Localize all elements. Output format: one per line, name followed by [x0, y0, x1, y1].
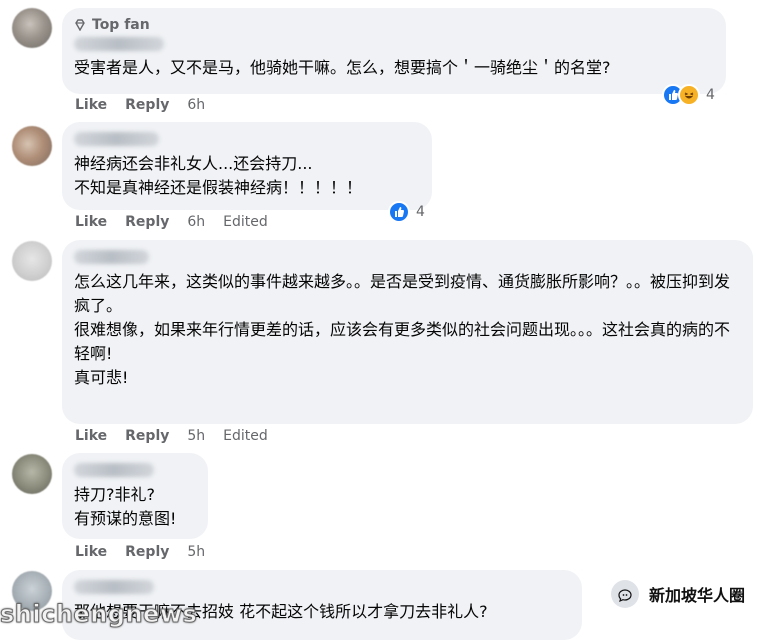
comment-actions: Like Reply 5h	[75, 544, 205, 560]
comment-bubble: 持刀?非礼? 有预谋的意图!	[62, 453, 208, 539]
timestamp[interactable]: 6h	[187, 214, 205, 230]
comment-actions: Like Reply 6h Edited	[75, 214, 268, 230]
comment-text: 神经病还会非礼女人...还会持刀... 不知是真神经还是假装神经病！！！！！	[74, 154, 363, 197]
timestamp[interactable]: 5h	[187, 544, 205, 560]
commenter-name-redacted[interactable]	[74, 37, 164, 51]
diamond-icon	[75, 19, 85, 31]
timestamp[interactable]: 6h	[187, 97, 205, 113]
comment-actions: Like Reply 6h	[75, 97, 205, 113]
comment-avatar[interactable]	[12, 241, 52, 281]
commenter-name-redacted[interactable]	[74, 250, 149, 264]
wechat-icon	[610, 580, 639, 608]
timestamp[interactable]: 5h	[187, 428, 205, 444]
comment-text: 持刀?非礼? 有预谋的意图!	[74, 485, 177, 528]
reaction-summary[interactable]: 4	[388, 201, 425, 223]
comment-text: 受害者是人，又不是马，他骑她干嘛。怎么，想要搞个＇一骑绝尘＇的名堂?	[74, 58, 611, 77]
comment-bubble: 神经病还会非礼女人...还会持刀... 不知是真神经还是假装神经病！！！！！	[62, 122, 432, 210]
commenter-name-redacted[interactable]	[74, 580, 154, 594]
edited-label: Edited	[223, 428, 268, 444]
reaction-count: 4	[416, 204, 425, 220]
reaction-summary[interactable]: 4	[662, 84, 715, 106]
comment-bubble: Top fan 受害者是人，又不是马，他骑她干嘛。怎么，想要搞个＇一骑绝尘＇的名…	[62, 8, 726, 94]
like-icon	[388, 201, 410, 223]
like-link[interactable]: Like	[75, 97, 107, 113]
commenter-name-redacted[interactable]	[74, 132, 159, 146]
like-link[interactable]: Like	[75, 544, 107, 560]
watermark-left: shichengnews	[0, 600, 198, 629]
comment-text: 怎么这几年来，这类似的事件越来越多。。是否是受到疫情、通货膨胀所影响？。。被压抑…	[74, 272, 731, 387]
haha-icon	[678, 84, 700, 106]
reply-link[interactable]: Reply	[125, 97, 169, 113]
reply-link[interactable]: Reply	[125, 214, 169, 230]
like-link[interactable]: Like	[75, 428, 107, 444]
top-fan-badge: Top fan	[74, 16, 714, 34]
commenter-name-redacted[interactable]	[74, 463, 154, 477]
comment-actions: Like Reply 5h Edited	[75, 428, 268, 444]
reply-link[interactable]: Reply	[125, 544, 169, 560]
reply-link[interactable]: Reply	[125, 428, 169, 444]
comment-bubble: 怎么这几年来，这类似的事件越来越多。。是否是受到疫情、通货膨胀所影响？。。被压抑…	[62, 240, 753, 424]
watermark-right-label: 新加坡华人圈	[648, 586, 745, 605]
badge-label: Top fan	[92, 17, 150, 33]
comment-avatar[interactable]	[12, 8, 52, 48]
comment-avatar[interactable]	[12, 454, 52, 494]
watermark-right: 新加坡华人圈	[610, 580, 745, 608]
like-link[interactable]: Like	[75, 214, 107, 230]
edited-label: Edited	[223, 214, 268, 230]
reaction-count: 4	[706, 87, 715, 103]
comment-avatar[interactable]	[12, 126, 52, 166]
